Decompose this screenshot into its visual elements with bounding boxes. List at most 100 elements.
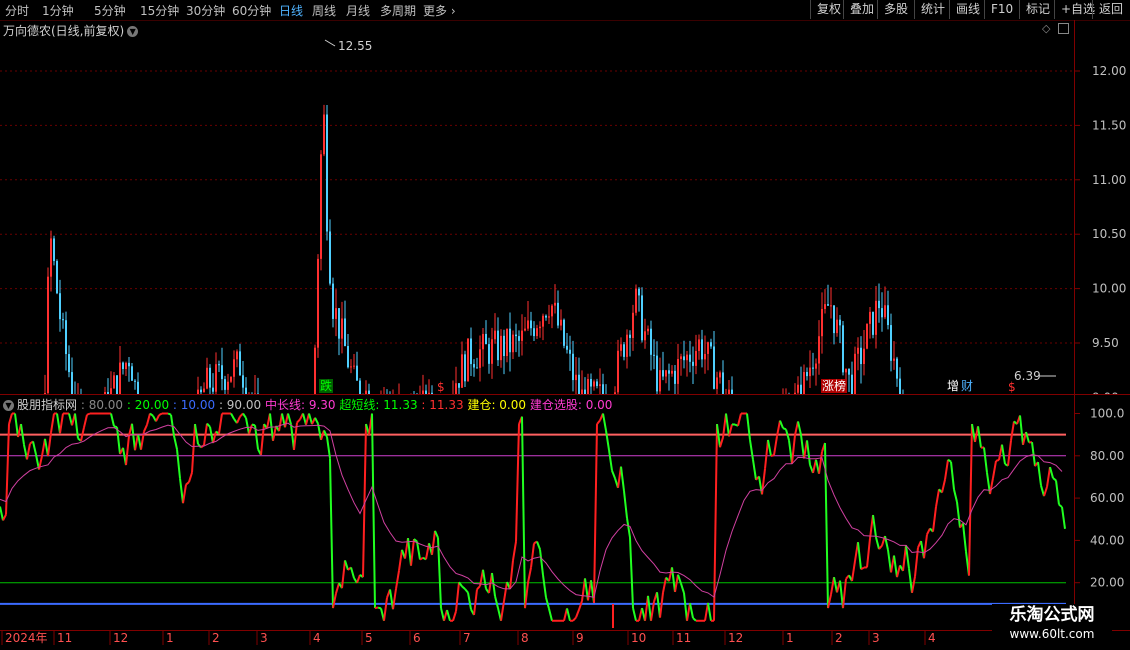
date-axis-label: 9: [576, 631, 584, 645]
oscillator-segment: [683, 592, 688, 621]
date-axis-label: 12: [728, 631, 743, 645]
oscillator-segment: [671, 567, 676, 593]
oscillator-segment: [473, 589, 478, 616]
oscillator-segment: [782, 427, 787, 431]
oscillator-segment: [953, 489, 958, 503]
oscillator-segment: [329, 458, 334, 609]
oscillator-segment: [83, 414, 88, 428]
oscillator-segment: [509, 560, 514, 590]
oscillator-segment: [1055, 480, 1060, 505]
oscillator-segment: [674, 574, 679, 593]
oscillator-segment: [1052, 477, 1057, 482]
date-axis-label: 3: [260, 631, 268, 645]
date-axis-label: 10: [631, 631, 646, 645]
watermark-url: www.60lt.com: [1009, 627, 1095, 641]
oscillator-segment: [767, 439, 772, 457]
oscillator-segment: [188, 472, 193, 483]
oscillator-segment: [218, 413, 223, 434]
oscillator-segment: [521, 416, 526, 609]
indicator-tick-label: 100.0: [1090, 407, 1124, 421]
oscillator-segment: [887, 549, 892, 573]
oscillator-segment: [158, 412, 163, 417]
oscillator-segment: [770, 454, 775, 457]
oscillator-segment: [110, 413, 115, 427]
oscillator-segment: [425, 543, 430, 560]
date-axis-label: 12: [113, 631, 128, 645]
oscillator-segment: [737, 413, 742, 427]
oscillator-segment: [1061, 506, 1066, 529]
date-axis-label: 11: [676, 631, 691, 645]
oscillator-segment: [773, 436, 778, 456]
indicator-tick-label: 40.00: [1090, 533, 1124, 547]
oscillator-segment: [968, 424, 973, 576]
oscillator-segment: [539, 549, 544, 576]
oscillator-segment: [476, 585, 481, 591]
oscillator-segment: [680, 583, 685, 594]
indicator-tick-label: 60.00: [1090, 491, 1124, 505]
date-axis-label: 11: [57, 631, 72, 645]
oscillator-segment: [707, 602, 712, 621]
oscillator-segment: [287, 413, 292, 425]
oscillator-segment: [464, 588, 469, 594]
oscillator-segment: [467, 592, 472, 610]
oscillator-segment: [8, 413, 13, 425]
oscillator-segment: [314, 417, 319, 425]
oscillator-segment: [692, 617, 697, 622]
oscillator-segment: [143, 424, 148, 432]
oscillator-segment: [749, 439, 754, 460]
indicator-chart[interactable]: 100.080.0060.0040.0020.002024年 11 12 1 2 3 4 5 6…: [0, 0, 1130, 650]
oscillator-segment: [455, 582, 460, 612]
oscillator-segment: [566, 608, 571, 622]
oscillator-segment: [296, 418, 301, 424]
oscillator-segment: [542, 574, 547, 598]
watermark-title: 乐淘公式网: [1009, 605, 1095, 625]
oscillator-segment: [155, 414, 160, 422]
oscillator-segment: [896, 565, 901, 578]
oscillator-segment: [824, 442, 829, 609]
oscillator-segment: [593, 424, 598, 604]
indicator-tick-label: 80.00: [1090, 449, 1124, 463]
oscillator-segment: [1019, 415, 1024, 445]
oscillator-segment: [662, 577, 667, 593]
date-axis-label: 4: [313, 631, 321, 645]
date-axis-label: 2024年: [5, 631, 48, 645]
oscillator-segment: [14, 413, 19, 438]
oscillator-segment: [1007, 440, 1012, 466]
date-axis-label: 6: [413, 631, 421, 645]
oscillator-segment: [623, 490, 628, 519]
date-axis-label: 4: [928, 631, 936, 645]
oscillator-segment: [131, 423, 136, 451]
oscillator-segment: [806, 440, 811, 466]
date-axis-label: 7: [463, 631, 471, 645]
oscillator-segment: [857, 542, 862, 570]
oscillator-segment: [461, 585, 466, 590]
oscillator-segment: [1046, 467, 1051, 488]
oscillator-segment: [992, 460, 997, 479]
oscillator-segment: [245, 417, 250, 434]
oscillator-segment: [308, 413, 313, 425]
oscillator-segment: [935, 489, 940, 508]
oscillator-segment: [611, 470, 616, 479]
oscillator-segment: [989, 477, 994, 495]
oscillator-segment: [236, 416, 241, 424]
oscillator-segment: [872, 514, 877, 538]
oscillator-segment: [341, 560, 346, 589]
oscillator-segment: [995, 458, 1000, 462]
date-axis-label: 2: [212, 631, 220, 645]
oscillator-segment: [272, 425, 277, 442]
oscillator-segment: [752, 459, 757, 480]
oscillator-segment: [950, 461, 955, 490]
oscillator-segment: [410, 538, 415, 566]
oscillator-segment: [113, 425, 118, 429]
oscillator-segment: [32, 441, 37, 455]
oscillator-segment: [866, 538, 871, 568]
oscillator-segment: [1049, 466, 1054, 479]
oscillator-segment: [944, 459, 949, 480]
oscillator-segment: [146, 413, 151, 426]
watermark: 乐淘公式网 www.60lt.com: [992, 604, 1112, 648]
oscillator-segment: [527, 567, 532, 583]
date-axis-label: 3: [872, 631, 880, 645]
oscillator-segment: [932, 506, 937, 532]
oscillator-segment: [962, 523, 967, 552]
date-axis-label: 8: [521, 631, 529, 645]
